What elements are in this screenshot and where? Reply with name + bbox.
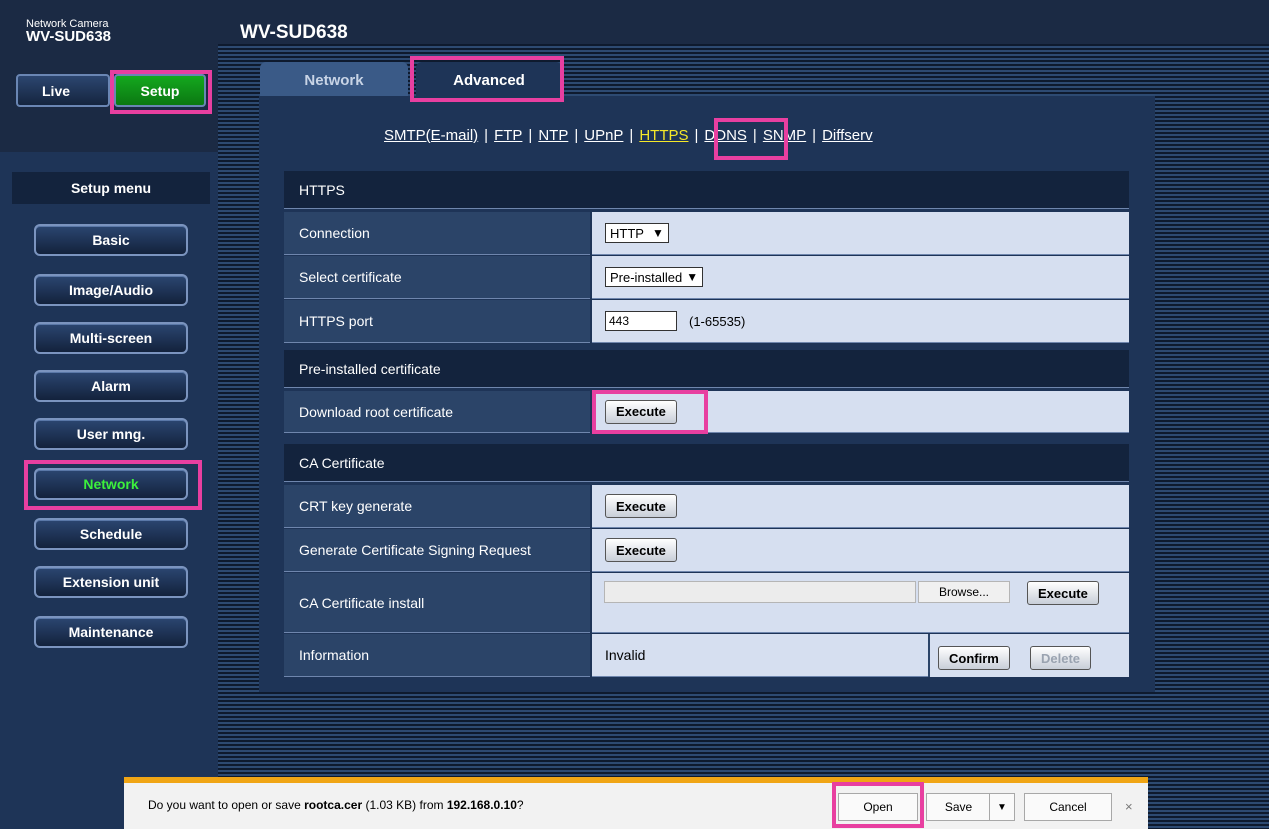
header-bar: Network Camera WV-SUD638 WV-SUD638 bbox=[0, 8, 1269, 45]
sidebar-item-image-audio[interactable]: Image/Audio bbox=[34, 274, 188, 306]
page-title: WV-SUD638 bbox=[240, 22, 348, 43]
select-certificate-label: Select certificate bbox=[284, 256, 590, 299]
download-root-cert-label: Download root certificate bbox=[284, 391, 590, 433]
information-label: Information bbox=[284, 634, 590, 677]
sidebar-item-network[interactable]: Network bbox=[34, 468, 188, 500]
brand-model: WV-SUD638 bbox=[26, 28, 112, 45]
https-port-cell: 443 (1-65535) bbox=[592, 300, 1129, 343]
browse-button[interactable]: Browse... bbox=[918, 581, 1010, 603]
chevron-down-icon: ▼ bbox=[651, 226, 664, 240]
ca-install-label: CA Certificate install bbox=[284, 573, 590, 633]
certificate-select[interactable]: Pre-installed ▼ bbox=[605, 267, 704, 287]
chevron-down-icon: ▼ bbox=[686, 270, 699, 284]
link-separator: | bbox=[629, 127, 634, 144]
open-button[interactable]: Open bbox=[838, 793, 918, 821]
sidebar-item-user-mng[interactable]: User mng. bbox=[34, 418, 188, 450]
save-button[interactable]: Save bbox=[926, 793, 990, 821]
download-message: Do you want to open or save rootca.cer (… bbox=[148, 798, 524, 812]
ca-section-heading: CA Certificate bbox=[284, 444, 1129, 482]
link-separator: | bbox=[752, 127, 757, 144]
sidebar: Live Setup Setup menu Basic Image/Audio … bbox=[0, 44, 218, 829]
connection-value-cell: HTTP ▼ bbox=[592, 212, 1129, 255]
download-root-cert-cell: Execute bbox=[592, 391, 1129, 433]
crt-key-label: CRT key generate bbox=[284, 485, 590, 528]
live-button[interactable]: Live bbox=[16, 74, 110, 107]
download-message-suffix: ? bbox=[516, 798, 524, 812]
link-smtp[interactable]: SMTP(E-mail) bbox=[384, 127, 478, 144]
connection-select[interactable]: HTTP ▼ bbox=[605, 223, 669, 243]
sidebar-item-maintenance[interactable]: Maintenance bbox=[34, 616, 188, 648]
confirm-button[interactable]: Confirm bbox=[938, 646, 1010, 670]
certificate-select-value: Pre-installed bbox=[610, 269, 683, 285]
download-message-prefix: Do you want to open or save bbox=[148, 798, 305, 812]
setup-button[interactable]: Setup bbox=[114, 74, 206, 107]
https-section-heading: HTTPS bbox=[284, 171, 1129, 209]
link-upnp[interactable]: UPnP bbox=[584, 127, 623, 144]
link-ftp[interactable]: FTP bbox=[494, 127, 522, 144]
link-separator: | bbox=[484, 127, 489, 144]
download-execute-button[interactable]: Execute bbox=[605, 399, 677, 424]
link-ddns[interactable]: DDNS bbox=[704, 127, 747, 144]
sidebar-item-extension-unit[interactable]: Extension unit bbox=[34, 566, 188, 598]
port-range-hint: (1-65535) bbox=[689, 313, 746, 329]
crt-execute-button[interactable]: Execute bbox=[605, 494, 677, 518]
https-port-label: HTTPS port bbox=[284, 300, 590, 343]
link-diffserv[interactable]: Diffserv bbox=[822, 127, 873, 144]
connection-select-value: HTTP bbox=[610, 225, 644, 241]
csr-cell: Execute bbox=[592, 529, 1129, 572]
crt-key-cell: Execute bbox=[592, 485, 1129, 528]
sub-menu-links: SMTP(E-mail) | FTP | NTP | UPnP | HTTPS | DDNS | SNM… bbox=[384, 127, 873, 144]
link-separator: | bbox=[528, 127, 533, 144]
sidebar-item-alarm[interactable]: Alarm bbox=[34, 370, 188, 402]
https-port-input[interactable]: 443 bbox=[605, 311, 677, 331]
download-host: 192.168.0.10 bbox=[446, 798, 517, 812]
preinstalled-section-heading: Pre-installed certificate bbox=[284, 350, 1129, 388]
link-separator: | bbox=[694, 127, 699, 144]
sidebar-item-schedule[interactable]: Schedule bbox=[34, 518, 188, 550]
select-certificate-cell: Pre-installed ▼ bbox=[592, 256, 1129, 299]
sidebar-item-basic[interactable]: Basic bbox=[34, 224, 188, 256]
csr-execute-button[interactable]: Execute bbox=[605, 538, 677, 562]
download-file-size: (1.03 KB) from bbox=[362, 798, 447, 812]
sidebar-item-multi-screen[interactable]: Multi-screen bbox=[34, 322, 188, 354]
setup-menu-heading: Setup menu bbox=[12, 172, 210, 204]
delete-button[interactable]: Delete bbox=[1030, 646, 1092, 670]
tab-advanced[interactable]: Advanced bbox=[416, 62, 562, 98]
save-dropdown-icon[interactable]: ▼ bbox=[989, 793, 1015, 821]
link-separator: | bbox=[574, 127, 579, 144]
tab-network[interactable]: Network bbox=[260, 62, 408, 98]
csr-label: Generate Certificate Signing Request bbox=[284, 529, 590, 572]
cancel-button[interactable]: Cancel bbox=[1024, 793, 1112, 821]
link-ntp[interactable]: NTP bbox=[538, 127, 568, 144]
ca-file-path-input[interactable] bbox=[604, 581, 916, 603]
link-https[interactable]: HTTPS bbox=[639, 127, 688, 144]
ca-install-execute-button[interactable]: Execute bbox=[1027, 581, 1099, 605]
connection-label: Connection bbox=[284, 212, 590, 255]
link-snmp[interactable]: SNMP bbox=[763, 127, 806, 144]
link-separator: | bbox=[812, 127, 817, 144]
information-value: Invalid bbox=[605, 647, 646, 663]
download-file-name: rootca.cer bbox=[304, 798, 363, 812]
close-icon[interactable]: × bbox=[1125, 799, 1133, 814]
